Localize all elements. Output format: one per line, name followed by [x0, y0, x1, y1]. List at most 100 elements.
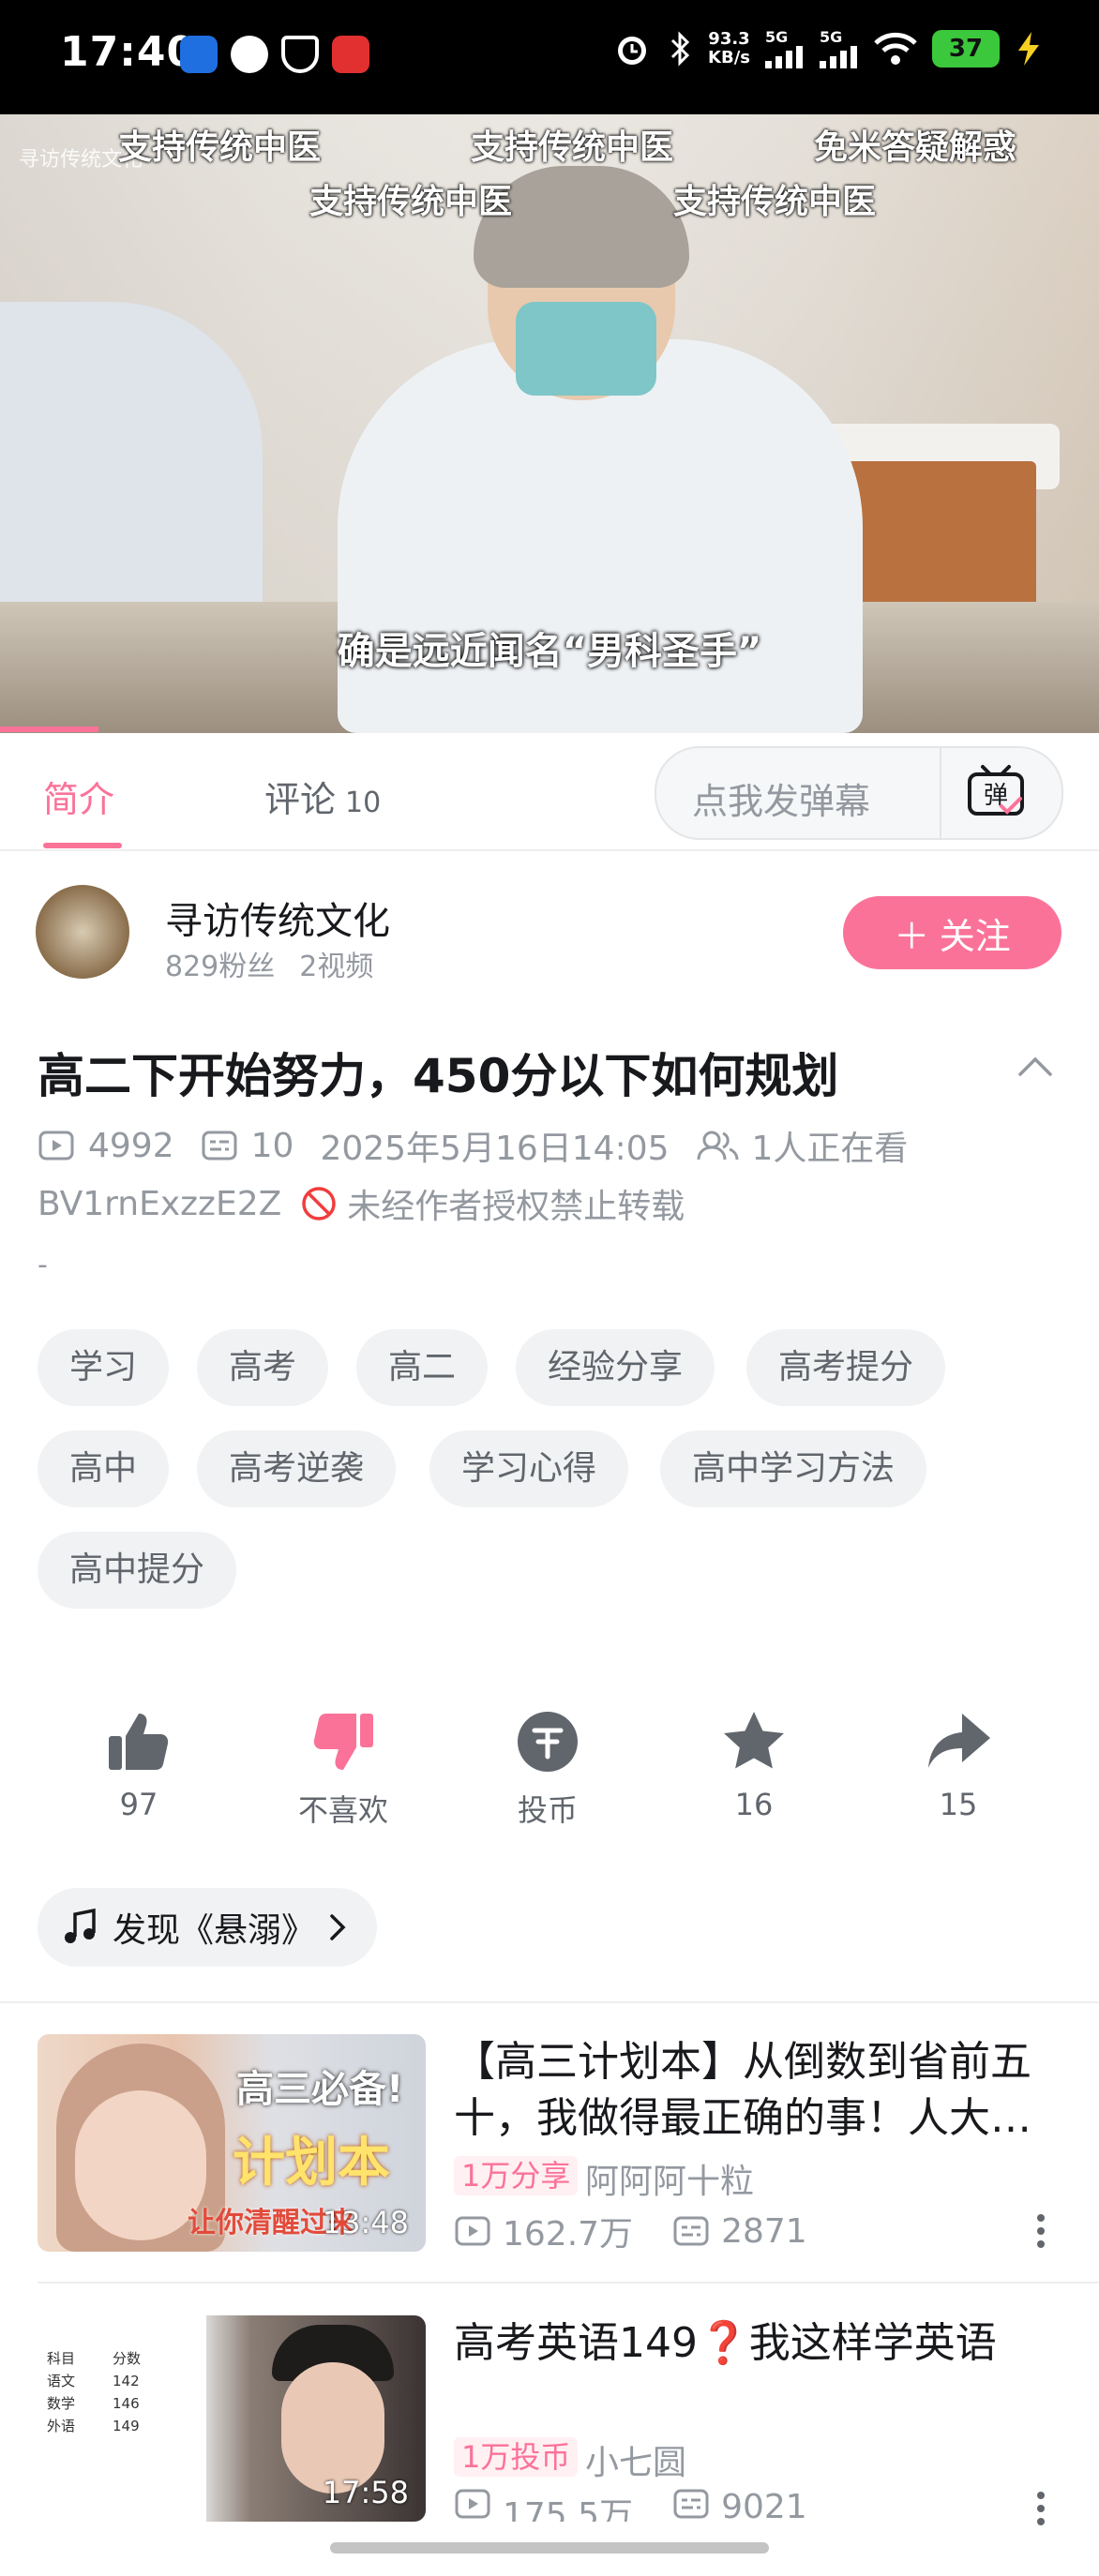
author-name[interactable]: 寻访传统文化: [165, 891, 390, 945]
app-notification-icon: [231, 36, 268, 73]
list-divider: [38, 2282, 1099, 2284]
coin-icon: [518, 1712, 578, 1772]
recommended-video[interactable]: 高三必备! 计划本 让你清醒过来 13:48 【高三计划本】从倒数到省前五十，我…: [38, 2034, 1069, 2255]
alarm-icon: [618, 36, 647, 65]
recommended-video-title: 高考英语149❓我这样学英语: [454, 2319, 997, 2367]
notification-icons: [180, 36, 369, 73]
chevron-up-icon[interactable]: [1016, 1052, 1054, 1078]
tab-intro[interactable]: 简介: [43, 771, 114, 822]
coin-button[interactable]: 投币: [482, 1708, 613, 1830]
status-right: 93.3 KB/s 5G 5G 37: [612, 28, 1043, 68]
thumbnail-text: 高三必备!: [236, 2068, 404, 2111]
coin-label: 投币: [517, 1792, 578, 1828]
video-title: 高二下开始努力，450分以下如何规划: [38, 1049, 839, 1103]
danmaku-comment: 免米答疑解惑: [814, 128, 1017, 167]
follow-button[interactable]: ＋ 关注: [843, 896, 1061, 969]
thumbs-down-icon: [313, 1714, 373, 1770]
video-thumbnail[interactable]: 科目 分数 语文 142 数学 146 外语 149 17:58: [38, 2315, 426, 2522]
wifi-icon: [874, 32, 917, 65]
section-divider: [0, 2001, 1099, 2003]
danmaku-input[interactable]: 点我发弹幕 弹: [655, 746, 1063, 840]
charging-icon: [1018, 31, 1039, 66]
view-count: 175.5万: [503, 2496, 634, 2522]
share-button[interactable]: 15: [893, 1708, 1024, 1822]
copyright-notice: 未经作者授权禁止转载: [347, 1188, 685, 1226]
music-label: 发现《悬溺》: [113, 1911, 316, 1950]
battery-indicator: 37: [932, 29, 1000, 67]
signal-2: 5G: [820, 28, 859, 68]
danmaku-comment: 支持传统中医: [309, 183, 513, 221]
music-discover-chip[interactable]: 发现《悬溺》: [38, 1888, 378, 1967]
more-options-icon[interactable]: [1031, 2212, 1050, 2250]
dislike-button[interactable]: 不喜欢: [278, 1708, 409, 1830]
tab-comments[interactable]: 评论 10: [264, 771, 381, 822]
tag-item[interactable]: 高中学习方法: [660, 1430, 927, 1507]
video-subtitle: 确是远近闻名“男科圣手”: [337, 630, 762, 673]
home-indicator[interactable]: [330, 2542, 769, 2554]
author-meta: 829粉丝 2视频: [165, 943, 398, 984]
watching-count: 1人正在看: [751, 1130, 909, 1168]
video-duration: 13:48: [322, 2205, 409, 2240]
app-notification-icon: [281, 36, 319, 73]
like-button[interactable]: 97: [73, 1708, 204, 1822]
danmaku-count-icon: [202, 1131, 237, 1161]
danmaku-input-placeholder: 点我发弹幕: [692, 781, 871, 822]
app-notification-icon: [332, 36, 369, 73]
video-badge: 1万投币: [454, 2437, 579, 2477]
dislike-label: 不喜欢: [297, 1792, 388, 1828]
recommended-video-stats: 175.5万 9021: [454, 2488, 807, 2522]
tag-item[interactable]: 高中提分: [38, 1532, 237, 1609]
uploader-name: 阿阿阿十粒: [585, 2163, 755, 2201]
recommended-video[interactable]: 科目 分数 语文 142 数学 146 外语 149 17:58 高考英语149❓我这样…: [38, 2315, 1069, 2525]
video-stats: 4992 10 2025年5月16日14:05 1人正在看: [38, 1121, 908, 1170]
signal-1: 5G: [765, 28, 805, 68]
chevron-right-icon: [330, 1914, 346, 1940]
video-player[interactable]: 寻访传统文化 支持传统中医 支持传统中医 免米答疑解惑 支持传统中医 支持传统中…: [0, 114, 1099, 733]
viewers-icon: [697, 1131, 739, 1161]
app-notification-icon: [180, 36, 218, 73]
more-options-icon[interactable]: [1031, 2490, 1050, 2527]
tag-item[interactable]: 高中: [38, 1430, 170, 1507]
uploader-name: 小七圆: [585, 2444, 687, 2482]
author-avatar[interactable]: [36, 885, 129, 979]
tag-item[interactable]: 高二: [356, 1329, 489, 1406]
recommended-video-stats: 162.7万 2871: [454, 2207, 807, 2255]
danmaku-count-icon: [673, 2216, 709, 2246]
danmaku-comment: 支持传统中医: [471, 128, 674, 167]
bluetooth-icon: [670, 30, 690, 67]
video-badge: 1万分享: [454, 2156, 579, 2195]
danmaku-count-icon: [673, 2489, 709, 2519]
tag-item[interactable]: 经验分享: [516, 1329, 715, 1406]
danmaku-comment: 支持传统中医: [118, 128, 322, 167]
music-note-icon: [65, 1909, 96, 1943]
svg-text:弹: 弹: [984, 782, 1008, 810]
share-arrow-icon: [928, 1714, 990, 1768]
tag-item[interactable]: 高考逆袭: [197, 1430, 397, 1507]
favorite-button[interactable]: 16: [688, 1708, 820, 1822]
favorite-count: 16: [734, 1787, 774, 1822]
tag-item[interactable]: 学习: [38, 1329, 170, 1406]
danmaku-comment: 支持传统中医: [673, 183, 877, 221]
tag-item[interactable]: 高考提分: [746, 1329, 946, 1406]
view-count: 4992: [88, 1126, 174, 1165]
recommended-video-title: 【高三计划本】从倒数到省前五十，我做得最正确的事！人大…: [454, 2038, 1031, 2142]
author-fans: 829粉丝: [165, 951, 276, 983]
bvid: BV1rnExzzE2Z: [38, 1184, 282, 1223]
danmaku-count: 10: [250, 1126, 294, 1165]
video-description: -: [38, 1249, 48, 1281]
video-thumbnail[interactable]: 高三必备! 计划本 让你清醒过来 13:48: [38, 2034, 426, 2252]
thumbnail-text: 计划本: [233, 2133, 390, 2194]
video-progress-bar[interactable]: [0, 726, 99, 732]
thumbs-up-icon: [109, 1714, 169, 1770]
status-time: 17:40: [60, 28, 197, 76]
video-id-row: BV1rnExzzE2Z 未经作者授权禁止转载: [38, 1179, 685, 1228]
like-count: 97: [119, 1787, 158, 1822]
tag-item[interactable]: 高考: [197, 1329, 329, 1406]
signal-bars-icon: [820, 46, 857, 68]
tag-item[interactable]: 学习心得: [429, 1430, 629, 1507]
star-icon: [724, 1712, 784, 1769]
share-count: 15: [939, 1787, 978, 1822]
danmaku-toggle-icon[interactable]: 弹: [966, 763, 1026, 819]
play-count-icon: [38, 1131, 74, 1161]
status-bar: 17:40 93.3 KB/s 5G 5G 37: [0, 0, 1099, 114]
